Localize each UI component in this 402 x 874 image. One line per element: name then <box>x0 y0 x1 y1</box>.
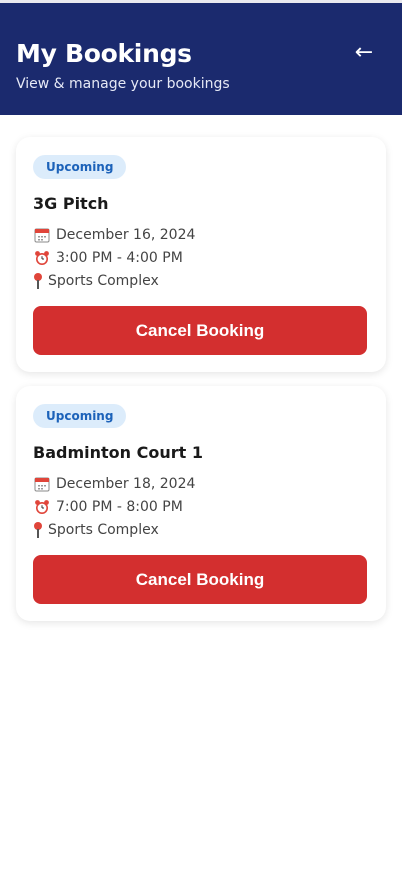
status-badge: Upcoming <box>33 404 127 428</box>
venue-name: 3G Pitch <box>33 194 109 213</box>
booking-date: December 18, 2024 <box>56 475 196 492</box>
booking-date: December 16, 2024 <box>56 226 196 243</box>
booking-date-row: December 16, 2024 <box>33 223 369 246</box>
booking-time: 3:00 PM - 4:00 PM <box>56 249 183 266</box>
alarm-clock-icon <box>33 249 51 267</box>
cancel-booking-button[interactable]: Cancel Booking <box>33 306 367 355</box>
booking-date-row: December 18, 2024 <box>33 472 369 495</box>
booking-location-row: Sports Complex <box>33 518 369 541</box>
booking-location: Sports Complex <box>48 272 159 289</box>
booking-time: 7:00 PM - 8:00 PM <box>56 498 183 515</box>
page-title: My Bookings <box>16 39 192 68</box>
calendar-icon <box>33 475 51 493</box>
cancel-booking-button[interactable]: Cancel Booking <box>33 555 367 604</box>
booking-time-row: 3:00 PM - 4:00 PM <box>33 246 369 269</box>
status-badge: Upcoming <box>33 155 127 179</box>
bookings-list: Upcoming 3G Pitch December 16, 2024 3:00… <box>0 115 402 621</box>
page-header: My Bookings View & manage your bookings … <box>0 0 402 115</box>
map-pin-icon <box>33 272 43 290</box>
booking-time-row: 7:00 PM - 8:00 PM <box>33 495 369 518</box>
booking-card: Upcoming 3G Pitch December 16, 2024 3:00… <box>16 137 386 372</box>
booking-location-row: Sports Complex <box>33 269 369 292</box>
booking-card: Upcoming Badminton Court 1 December 18, … <box>16 386 386 621</box>
venue-name: Badminton Court 1 <box>33 443 203 462</box>
back-button[interactable]: ← <box>352 41 376 65</box>
booking-location: Sports Complex <box>48 521 159 538</box>
page-subtitle: View & manage your bookings <box>16 76 230 92</box>
calendar-icon <box>33 226 51 244</box>
map-pin-icon <box>33 521 43 539</box>
left-arrow-icon: ← <box>354 40 374 65</box>
alarm-clock-icon <box>33 498 51 516</box>
